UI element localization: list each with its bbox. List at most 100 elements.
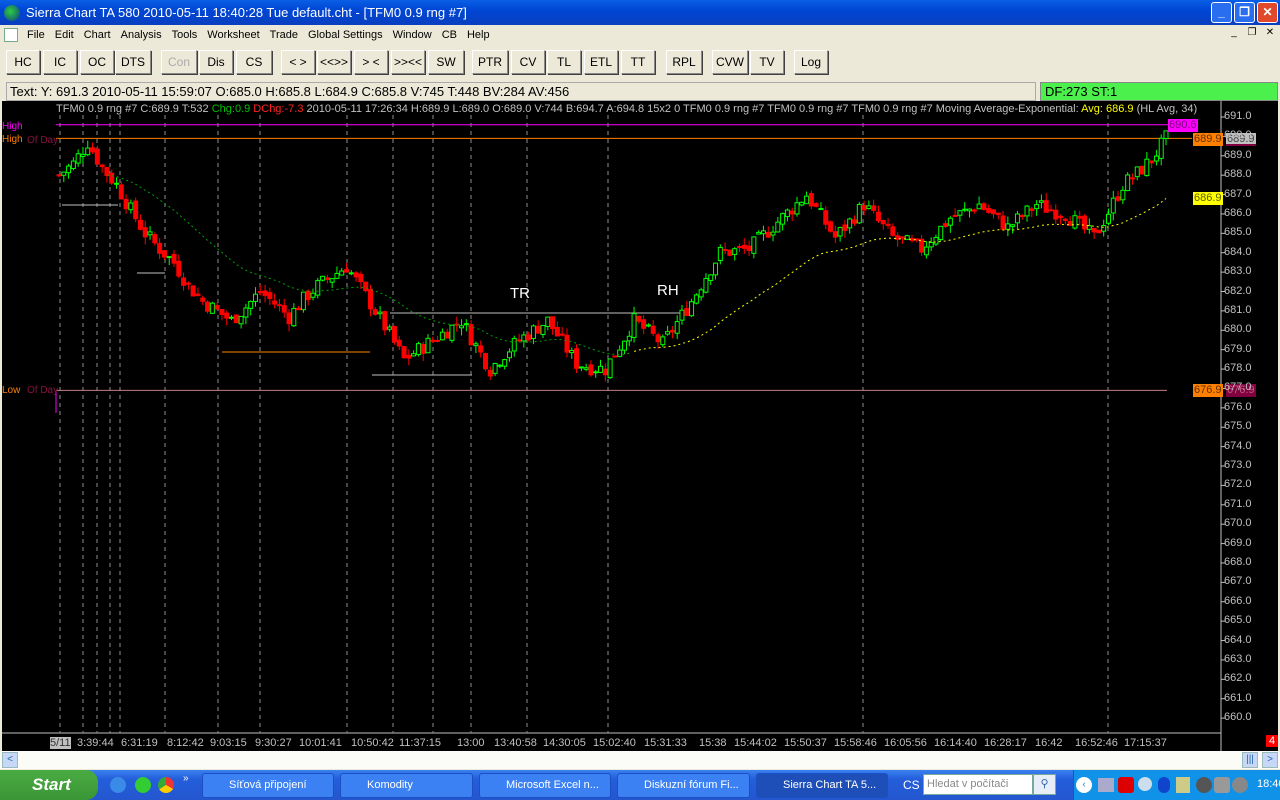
y-tick-label: 691.0 (1224, 110, 1252, 122)
candle-up (933, 236, 939, 245)
toolbar-button-arrows-7[interactable]: < > (281, 50, 315, 74)
minimize-button[interactable]: _ (1211, 2, 1232, 23)
title-bar: Sierra Chart TA 580 2010-05-11 18:40:28 … (0, 0, 1280, 25)
taskbar: Start » Síťová připojení Komodity Microsof… (0, 770, 1280, 800)
taskbar-item[interactable]: Microsoft Excel n... (479, 773, 611, 798)
scroll-left-button[interactable]: < (2, 752, 18, 768)
candle-down (406, 354, 412, 359)
network-icon[interactable] (1098, 778, 1114, 792)
horizontal-scrollbar[interactable]: < ||| > (0, 751, 1280, 769)
candle-down (526, 334, 532, 341)
candle-down (971, 209, 977, 212)
candle-up (621, 340, 627, 351)
taskbar-item[interactable]: Sierra Chart TA 5... (756, 773, 888, 798)
mdi-close-button[interactable]: ✕ (1262, 27, 1278, 41)
y-tick-label: 672.0 (1224, 478, 1252, 491)
maximize-button[interactable]: ❐ (1234, 2, 1255, 23)
price-chart[interactable] (2, 101, 1278, 751)
alert-count-badge[interactable]: 4 (1266, 735, 1279, 747)
candle-up (530, 325, 536, 339)
toolbar-button-log[interactable]: Log (794, 50, 828, 74)
toolbar-button-oc[interactable]: OC (80, 50, 114, 74)
document-icon[interactable] (4, 28, 18, 42)
menu-chart[interactable]: Chart (79, 29, 116, 41)
toolbar-button-tl[interactable]: TL (547, 50, 581, 74)
chrome-quicklaunch-icon[interactable] (158, 777, 174, 793)
candle-down (875, 211, 881, 222)
candle-up (334, 272, 340, 279)
scroll-right-button[interactable]: > (1262, 752, 1278, 768)
toolbar-button-sw[interactable]: SW (428, 50, 464, 74)
quicklaunch-more-icon[interactable]: » (183, 773, 189, 784)
mdi-restore-button[interactable]: ❐ (1244, 27, 1260, 41)
toolbar-button-arrows-10[interactable]: >><< (391, 50, 425, 74)
menu-global-settings[interactable]: Global Settings (303, 29, 388, 41)
search-input[interactable]: Hledat v počítači (923, 774, 1033, 795)
close-button[interactable]: ✕ (1257, 2, 1278, 23)
toolbar-button-con[interactable]: Con (161, 50, 197, 74)
toolbar-button-ic[interactable]: IC (43, 50, 77, 74)
status-box: DF:273 ST:1 (1040, 82, 1278, 101)
menu-file[interactable]: File (22, 29, 50, 41)
candle-up (492, 362, 498, 374)
candle-down (296, 307, 302, 311)
menu-tools[interactable]: Tools (167, 29, 203, 41)
toolbar-button-arrows-8[interactable]: <<>> (317, 50, 351, 74)
power-icon[interactable] (1176, 777, 1190, 793)
search-icon[interactable]: ⚲ (1033, 774, 1056, 795)
candle-down (1077, 215, 1083, 219)
menu-window[interactable]: Window (388, 29, 437, 41)
x-tick-label: 16:52:46 (1075, 737, 1118, 749)
mdi-minimize-button[interactable]: _ (1226, 27, 1242, 41)
bluetooth-icon[interactable] (1158, 777, 1170, 793)
toolbar-button-cv[interactable]: CV (511, 50, 545, 74)
start-button[interactable]: Start (0, 770, 98, 800)
candle-down (181, 277, 187, 286)
toolbar-button-ptr[interactable]: PTR (472, 50, 508, 74)
scroll-thumb[interactable]: ||| (1242, 752, 1258, 768)
x-tick-label: 10:01:41 (299, 737, 342, 749)
candle-down (262, 290, 268, 296)
menu-edit[interactable]: Edit (50, 29, 79, 41)
candle-down (305, 290, 311, 301)
y-tick-label: 678.0 (1224, 362, 1252, 375)
candle-down (118, 184, 124, 200)
language-indicator[interactable]: CS (903, 778, 920, 792)
toolbar-button-dis[interactable]: Dis (199, 50, 233, 74)
candle-down (813, 203, 819, 207)
candle-up (329, 278, 335, 283)
menu-cb[interactable]: CB (437, 29, 462, 41)
taskbar-item[interactable]: Síťová připojení (202, 773, 334, 798)
ie-quicklaunch-icon[interactable] (110, 777, 126, 793)
menu-worksheet[interactable]: Worksheet (202, 29, 264, 41)
taskbar-item[interactable]: Diskuzní fórum Fi... (617, 773, 750, 798)
toolbar-button-cs[interactable]: CS (236, 50, 272, 74)
x-tick-label: 15:38 (699, 737, 727, 749)
candle-down (559, 333, 565, 336)
taskbar-item[interactable]: Komodity (340, 773, 473, 798)
toolbar-button-tv[interactable]: TV (750, 50, 784, 74)
candle-down (137, 219, 143, 230)
toolbar-button-rpl[interactable]: RPL (666, 50, 702, 74)
candle-down (564, 334, 570, 353)
toolbar-button-cvw[interactable]: CVW (712, 50, 748, 74)
window-title: Sierra Chart TA 580 2010-05-11 18:40:28 … (26, 5, 467, 20)
magnifier-icon[interactable] (1138, 777, 1152, 791)
tray-expand-icon[interactable]: ‹ (1076, 777, 1092, 793)
icq-quicklaunch-icon[interactable] (135, 777, 151, 793)
toolbar-button-etl[interactable]: ETL (584, 50, 618, 74)
menu-analysis[interactable]: Analysis (116, 29, 167, 41)
candle-up (962, 208, 968, 211)
messenger-icon[interactable] (1214, 777, 1230, 793)
volume-muted-icon[interactable] (1232, 777, 1248, 793)
toolbar-button-arrows-9[interactable]: > < (354, 50, 388, 74)
toolbar-button-dts[interactable]: DTS (115, 50, 151, 74)
toolbar-button-tt[interactable]: TT (621, 50, 655, 74)
chart-area[interactable]: TFM0 0.9 rng #7 C:689.9 T:532 Chg:0.9 DC… (2, 101, 1279, 751)
menu-trade[interactable]: Trade (265, 29, 303, 41)
adobe-icon[interactable] (1118, 777, 1134, 793)
toolbar-button-hc[interactable]: HC (6, 50, 40, 74)
menu-help[interactable]: Help (462, 29, 495, 41)
avast-icon[interactable] (1196, 777, 1212, 793)
candle-down (1058, 215, 1064, 218)
